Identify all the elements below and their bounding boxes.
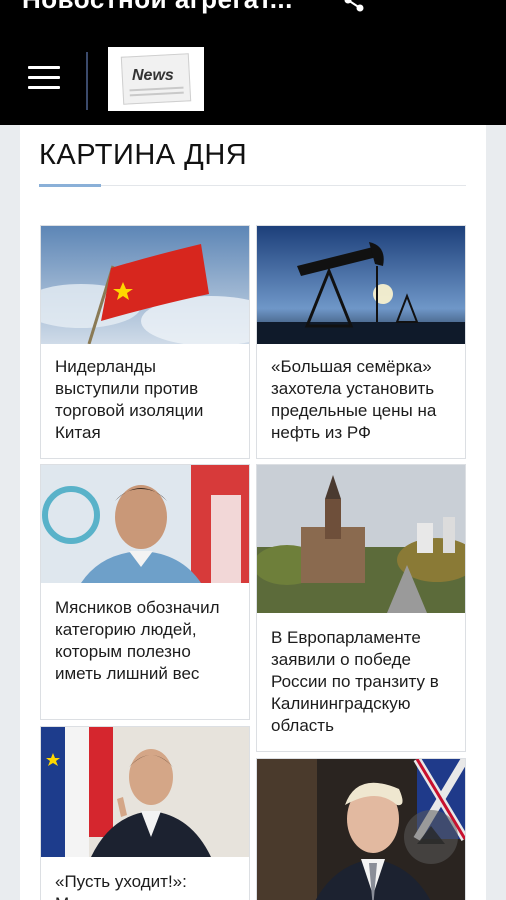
toolbar-divider — [86, 52, 88, 110]
section-title: КАРТИНА ДНЯ — [39, 139, 248, 171]
news-image[interactable] — [257, 465, 465, 613]
news-card[interactable]: В Европарламенте заявили о победе России… — [256, 464, 466, 752]
news-card[interactable]: «Большая семёрка» захотела установить пр… — [256, 225, 466, 459]
app-logo[interactable]: News — [108, 47, 204, 111]
news-image[interactable] — [257, 226, 465, 344]
hamburger-icon[interactable] — [28, 66, 60, 92]
news-headline[interactable]: «Пусть уходит!»: Макрон заявил за... — [55, 871, 239, 900]
news-image[interactable] — [41, 465, 249, 583]
share-icon[interactable] — [340, 0, 368, 14]
logo-text: News — [132, 67, 174, 84]
arrow-up-icon[interactable] — [404, 810, 458, 864]
news-image[interactable] — [41, 727, 249, 857]
grid-icon[interactable] — [404, 0, 432, 14]
more-vert-icon[interactable] — [462, 0, 490, 14]
news-card[interactable]: Мясников обозначил категорию людей, кото… — [40, 464, 250, 720]
title-divider — [39, 185, 466, 186]
news-image[interactable] — [41, 226, 249, 344]
news-headline[interactable]: «Большая семёрка» захотела установить пр… — [271, 356, 455, 444]
news-headline[interactable]: Мясников обозначил категорию людей, кото… — [55, 597, 239, 685]
news-card[interactable]: «Пусть уходит!»: Макрон заявил за... — [40, 726, 250, 900]
title-accent — [39, 184, 101, 187]
app-title: Новостной агрегат... — [22, 0, 293, 15]
news-headline[interactable]: В Европарламенте заявили о победе России… — [271, 627, 455, 737]
news-card[interactable]: Нидерланды выступили против торговой изо… — [40, 225, 250, 459]
news-headline[interactable]: Нидерланды выступили против торговой изо… — [55, 356, 239, 444]
app-toolbar: Новостной агрегат... News — [0, 0, 506, 125]
